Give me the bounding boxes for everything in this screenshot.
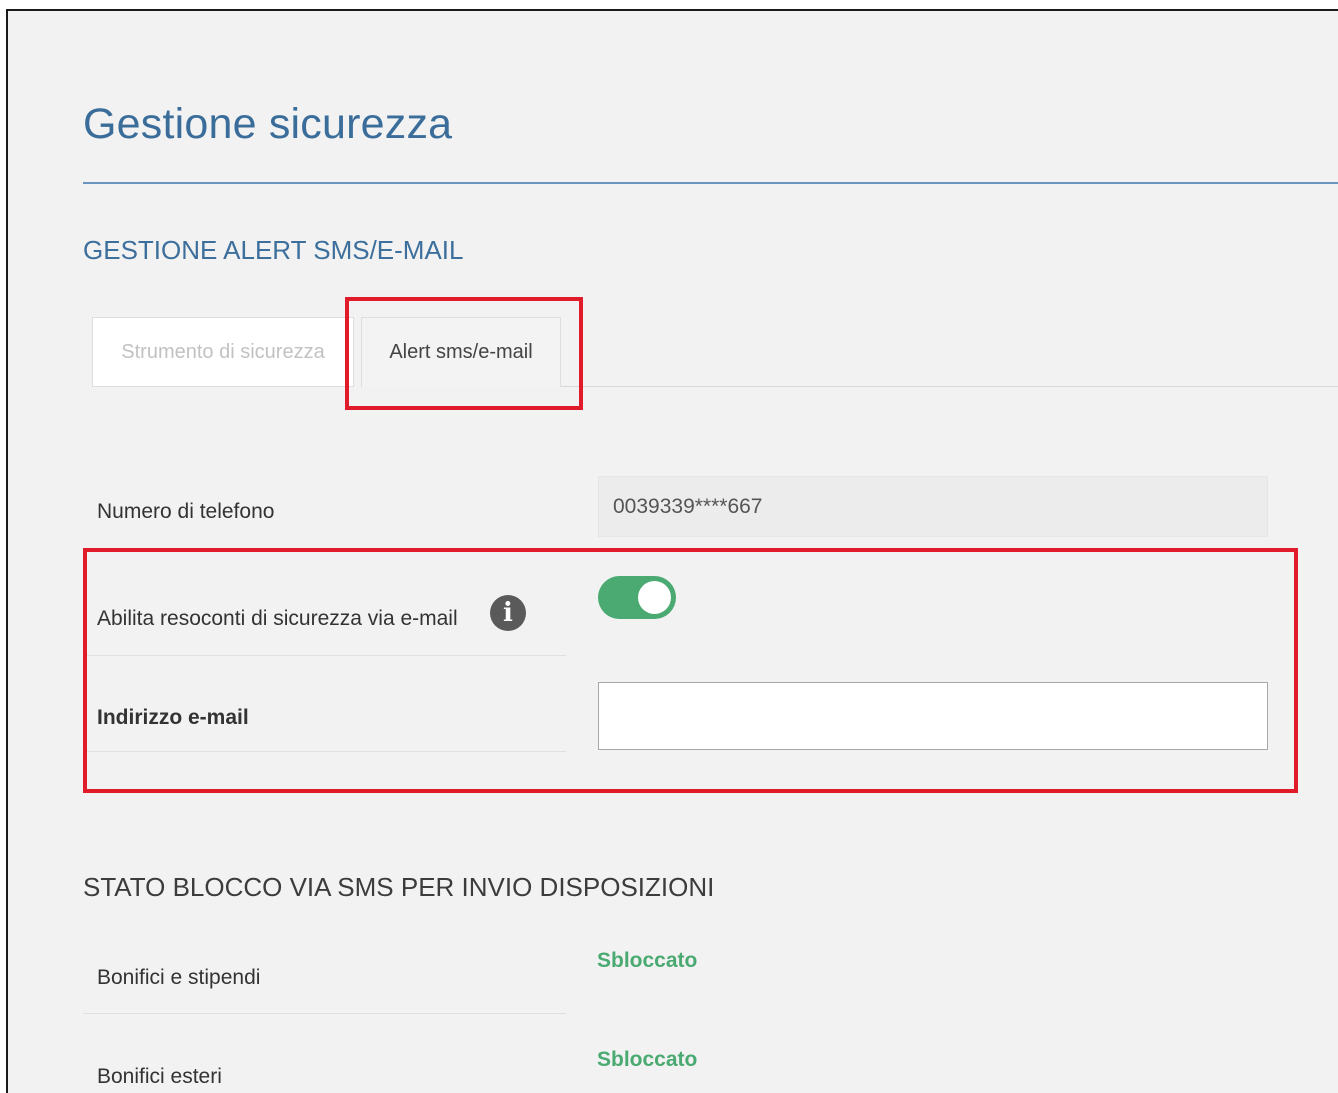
block-row-status: Sbloccato [597, 1048, 698, 1071]
block-row-label: Bonifici esteri [97, 1065, 222, 1088]
block-row-status: Sbloccato [597, 949, 698, 972]
alert-section-heading: GESTIONE ALERT SMS/E-MAIL [83, 235, 464, 265]
title-divider [83, 182, 1338, 184]
tab-highlight-box [345, 297, 583, 410]
form-highlight-box [83, 548, 1298, 793]
tab-security-tool[interactable]: Strumento di sicurezza [92, 317, 354, 387]
tabs-baseline [560, 386, 1338, 387]
phone-label: Numero di telefono [97, 500, 275, 523]
row-divider [83, 1013, 566, 1014]
block-section-heading: STATO BLOCCO VIA SMS PER INVIO DISPOSIZI… [83, 872, 715, 902]
block-row-label: Bonifici e stipendi [97, 966, 261, 989]
phone-field: 0039339****667 [598, 476, 1268, 537]
page-title: Gestione sicurezza [83, 100, 453, 148]
